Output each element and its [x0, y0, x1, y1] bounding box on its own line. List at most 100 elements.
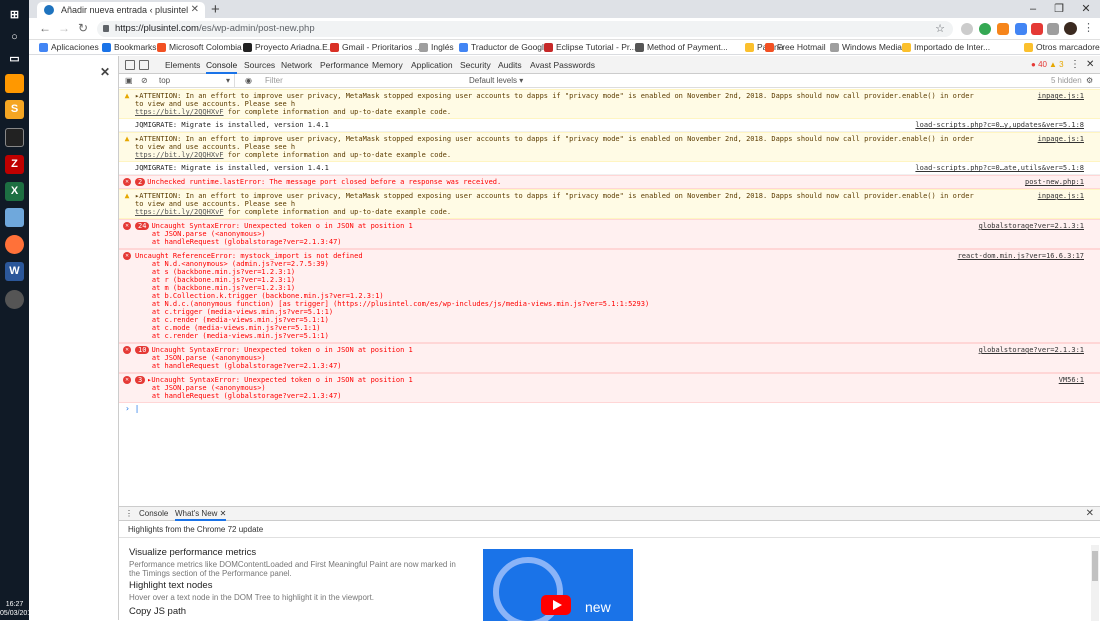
metamask-icon[interactable]: [997, 23, 1009, 35]
feature-item[interactable]: Visualize performance metrics Performanc…: [129, 547, 459, 578]
devtools-tab-elements[interactable]: Elements: [165, 56, 200, 74]
extension-icon-6[interactable]: [1047, 23, 1059, 35]
console-message-err[interactable]: ✕ 24 Uncaught SyntaxError: Unexpected toke…: [119, 219, 1100, 249]
source-link[interactable]: inpage.js:1: [1038, 135, 1084, 143]
source-link[interactable]: load-scripts.php?c=0…ate,utils&ver=5.1:8: [915, 164, 1084, 172]
settings-gear-icon[interactable]: ⚙: [1086, 74, 1093, 88]
console-message-warn[interactable]: ▲ ▸ATTENTION: In an effort to improve use…: [119, 132, 1100, 162]
source-link[interactable]: globalstorage?ver=2.1.3:1: [979, 346, 1084, 354]
context-selector[interactable]: top ▾: [159, 74, 235, 88]
source-link[interactable]: globalstorage?ver=2.1.3:1: [979, 222, 1084, 230]
console-message-warn[interactable]: ▲ ▸ATTENTION: In an effort to improve use…: [119, 189, 1100, 219]
bookmark-item[interactable]: Proyecto Ariadna.E...: [243, 41, 335, 54]
modal-close-icon[interactable]: ✕: [100, 65, 110, 79]
terminal-icon[interactable]: [5, 128, 24, 147]
extension-icon-5[interactable]: [1031, 23, 1043, 35]
drawer-tab-close-icon[interactable]: ✕: [220, 509, 227, 518]
app-icon-sublime[interactable]: [5, 74, 24, 93]
firefox-icon[interactable]: [5, 235, 24, 254]
console-message-err[interactable]: ✕ 2 Unchecked runtime.lastError: The messa…: [119, 175, 1100, 189]
message-link[interactable]: ttps://bit.ly/2QQHXvF: [135, 208, 224, 216]
app-icon-sublime-text[interactable]: S: [5, 100, 24, 119]
feature-item[interactable]: Highlight text nodes Hover over a text n…: [129, 580, 459, 602]
forward-arrow-icon[interactable]: →: [56, 21, 72, 35]
bookmark-item[interactable]: Importado de Inter...: [902, 41, 990, 54]
scrollbar-thumb[interactable]: [1092, 551, 1098, 581]
bookmark-item[interactable]: Gmail - Prioritarios ...: [330, 41, 422, 54]
extension-icon-2[interactable]: [979, 23, 991, 35]
warning-count-badge[interactable]: ▲ 3: [1049, 56, 1064, 74]
extension-icon-4[interactable]: [1015, 23, 1027, 35]
source-link[interactable]: load-scripts.php?c=0…y,updates&ver=5.1:8: [915, 121, 1084, 129]
devtools-menu-icon[interactable]: ⋮: [1070, 56, 1080, 74]
chrome-icon[interactable]: [5, 290, 24, 309]
bookmark-item[interactable]: Eclipse Tutorial - Pr...: [544, 41, 636, 54]
bookmark-item[interactable]: Traductor de Google: [459, 41, 549, 54]
error-count-badge[interactable]: ● 40: [1031, 56, 1047, 74]
console-message-err[interactable]: ✕ 10 Uncaught SyntaxError: Unexpected toke…: [119, 343, 1100, 373]
eye-icon[interactable]: ◉: [245, 74, 252, 88]
devtools-tab-sources[interactable]: Sources: [244, 56, 275, 74]
drawer-close-icon[interactable]: ✕: [1086, 507, 1094, 521]
bookmark-item[interactable]: Microsoft Colombia: [157, 41, 242, 54]
excel-icon[interactable]: X: [5, 182, 24, 201]
chrome-menu-icon[interactable]: ⋮: [1083, 21, 1094, 34]
new-tab-icon[interactable]: +: [211, 1, 220, 18]
filezilla-icon[interactable]: Z: [5, 155, 24, 174]
device-toggle-icon[interactable]: [139, 60, 149, 70]
bookmark-item[interactable]: Inglés: [419, 41, 454, 54]
chrome-72-video-thumbnail[interactable]: new: [483, 549, 633, 621]
devtools-tab-console[interactable]: Console: [206, 56, 238, 74]
console-message-log[interactable]: JQMIGRATE: Migrate is installed, version…: [119, 162, 1100, 175]
drawer-menu-icon[interactable]: ⋮: [125, 507, 133, 521]
devtools-tab-audits[interactable]: Audits: [498, 56, 522, 74]
source-link[interactable]: VM56:1: [1059, 376, 1084, 384]
minimize-icon[interactable]: –: [1019, 0, 1047, 18]
extension-icon-1[interactable]: [961, 23, 973, 35]
feature-item[interactable]: Copy JS path: [129, 606, 459, 617]
source-link[interactable]: post-new.php:1: [1025, 178, 1084, 186]
bookmark-item[interactable]: Method of Payment...: [635, 41, 728, 54]
inspect-element-icon[interactable]: [125, 60, 135, 70]
address-bar[interactable]: https://plusintel.com/es/wp-admin/post-n…: [97, 21, 953, 37]
source-link[interactable]: react-dom.min.js?ver=16.6.3:17: [958, 252, 1084, 260]
console-message-log[interactable]: JQMIGRATE: Migrate is installed, version…: [119, 119, 1100, 132]
source-link[interactable]: inpage.js:1: [1038, 92, 1084, 100]
bookmark-item[interactable]: Bookmarks: [102, 41, 157, 54]
maximize-icon[interactable]: ❐: [1045, 0, 1073, 18]
task-view-icon[interactable]: ▭: [5, 50, 24, 69]
drawer-tab-console[interactable]: Console: [139, 507, 168, 521]
console-message-err[interactable]: ✕ 3 ▸Uncaught SyntaxError: Unexpected toke…: [119, 373, 1100, 403]
console-message-err[interactable]: ✕ Uncaught ReferenceError: mystock_import…: [119, 249, 1100, 343]
profile-avatar[interactable]: [1064, 22, 1077, 35]
log-levels-dropdown[interactable]: Default levels ▾: [469, 74, 523, 88]
bookmark-item[interactable]: Otros marcadores: [1024, 41, 1100, 54]
source-link[interactable]: inpage.js:1: [1038, 192, 1084, 200]
window-close-icon[interactable]: ✕: [1072, 0, 1100, 18]
browser-tab[interactable]: Añadir nueva entrada ‹ plusintel ✕: [37, 2, 205, 18]
message-link[interactable]: ttps://bit.ly/2QQHXvF: [135, 151, 224, 159]
devtools-tab-performance[interactable]: Performance: [320, 56, 369, 74]
devtools-close-icon[interactable]: ✕: [1086, 56, 1094, 74]
devtools-tab-security[interactable]: Security: [460, 56, 491, 74]
bookmark-item[interactable]: Windows Media: [830, 41, 902, 54]
drawer-scrollbar[interactable]: [1091, 545, 1099, 621]
bookmark-item[interactable]: Aplicaciones: [39, 41, 99, 54]
sidebar-toggle-icon[interactable]: ▣: [125, 74, 133, 88]
drawer-tab-whats-new[interactable]: What's New ✕: [175, 507, 227, 521]
clear-console-icon[interactable]: ⊘: [141, 74, 148, 88]
devtools-tab-memory[interactable]: Memory: [372, 56, 403, 74]
filter-input[interactable]: Filter: [265, 74, 465, 88]
reload-icon[interactable]: ↻: [75, 21, 91, 35]
bookmark-star-icon[interactable]: ☆: [935, 21, 945, 37]
tab-close-icon[interactable]: ✕: [191, 2, 199, 18]
devtools-tab-network[interactable]: Network: [281, 56, 312, 74]
devtools-tab-avast-passwords[interactable]: Avast Passwords: [530, 56, 595, 74]
windows-start-icon[interactable]: ⊞: [5, 6, 24, 25]
app-icon-blue[interactable]: [5, 208, 24, 227]
back-arrow-icon[interactable]: ←: [37, 21, 53, 35]
message-link[interactable]: ttps://bit.ly/2QQHXvF: [135, 108, 224, 116]
bookmark-item[interactable]: Free Hotmail: [765, 41, 826, 54]
console-prompt-input[interactable]: › |: [119, 403, 1100, 415]
word-icon[interactable]: W: [5, 262, 24, 281]
